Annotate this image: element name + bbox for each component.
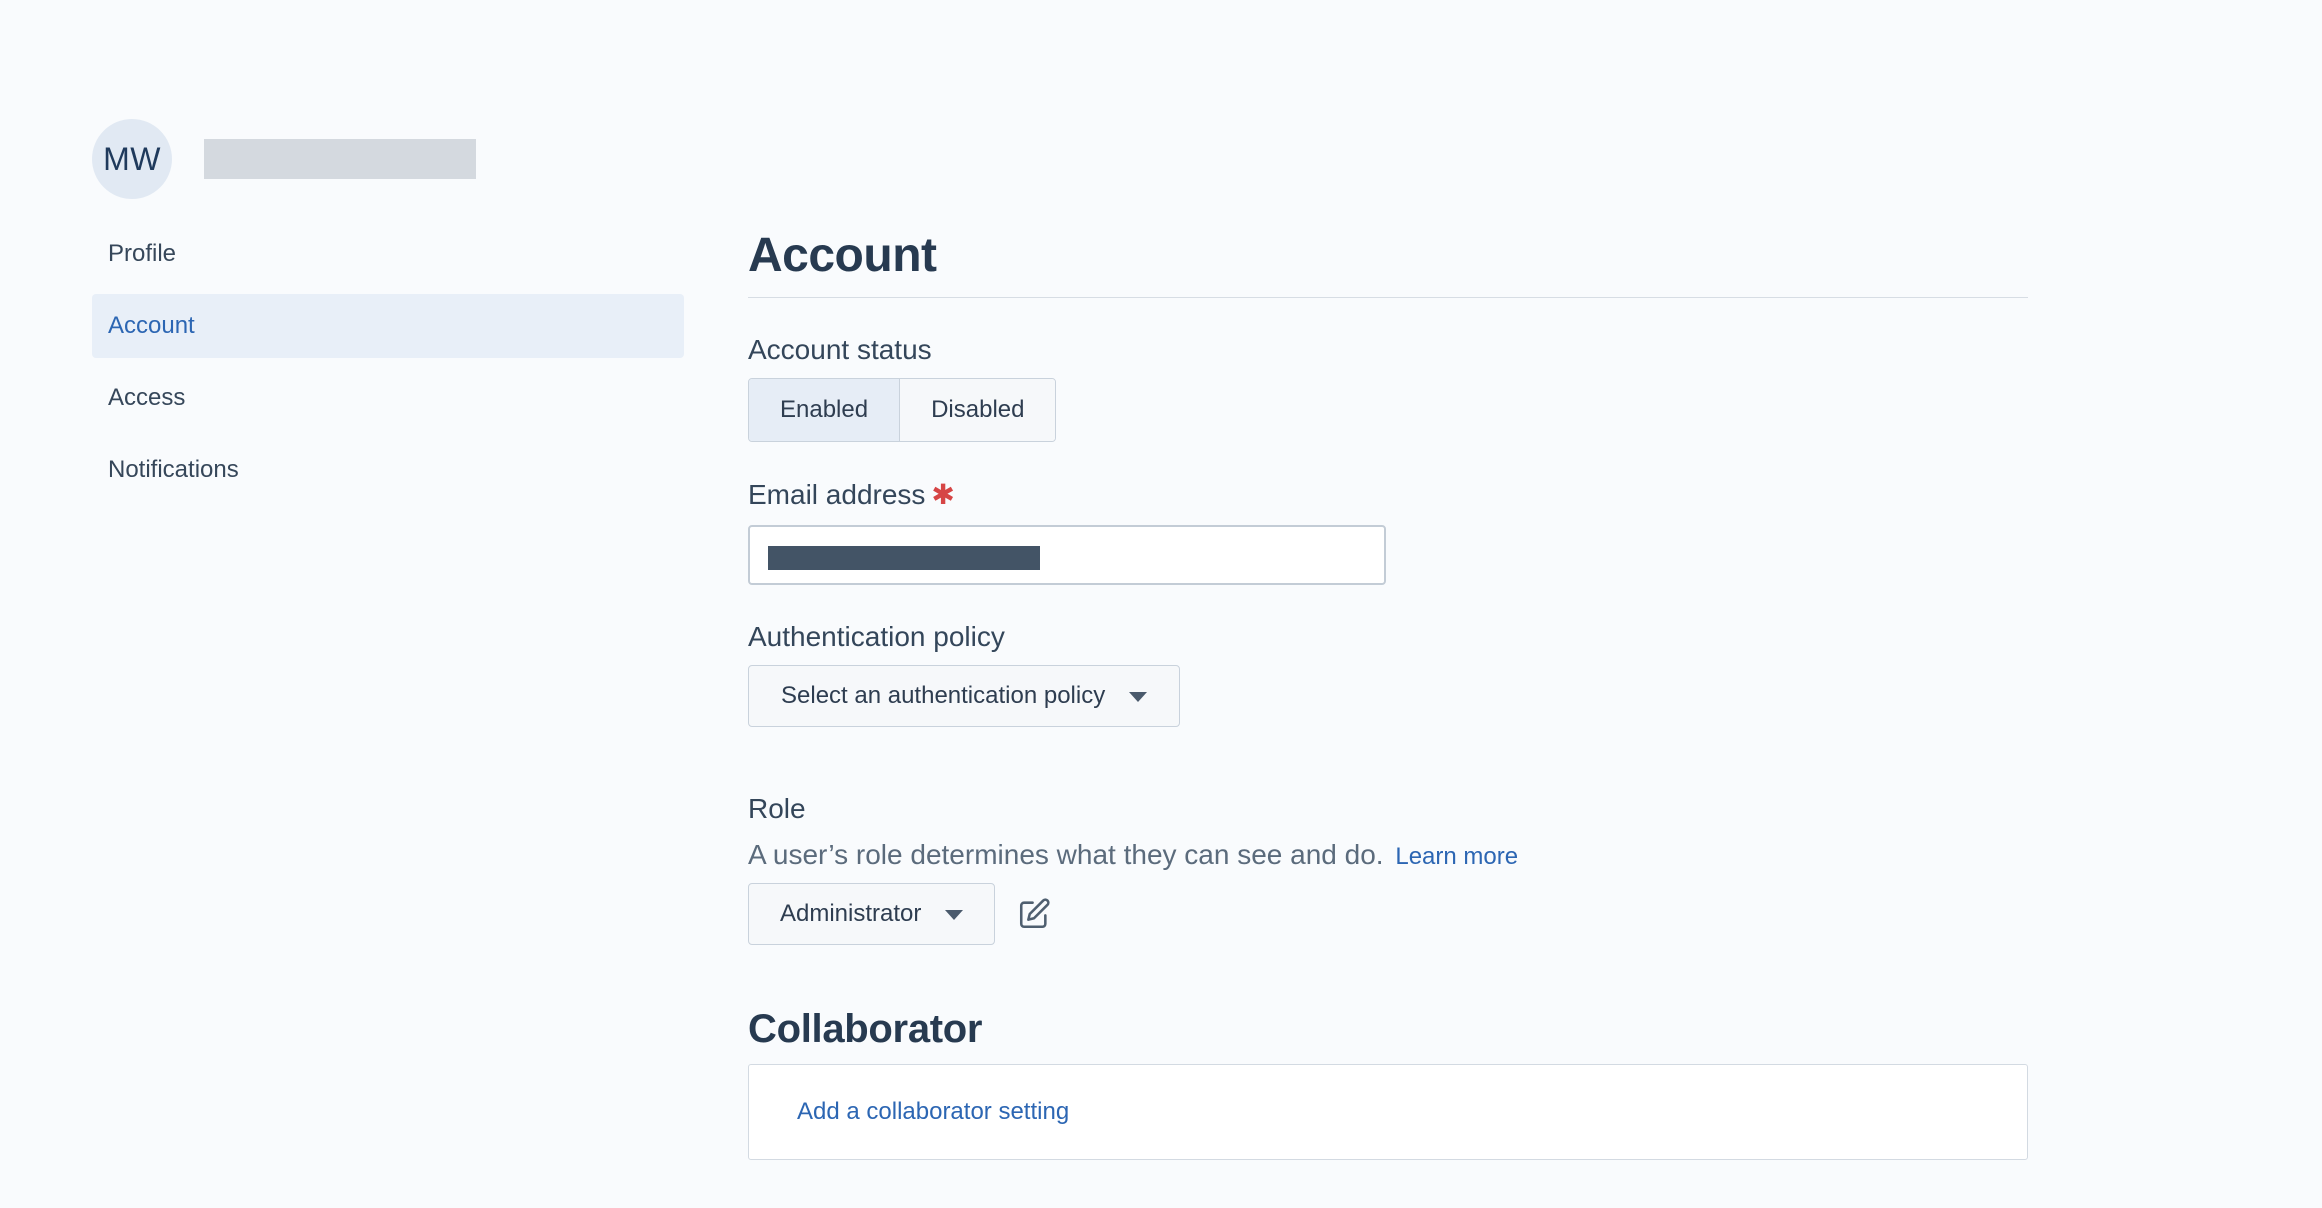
collaborator-section: Collaborator Add a collaborator setting (748, 1007, 2028, 1160)
avatar-initials: MW (103, 140, 161, 177)
account-status-section: Account status Enabled Disabled (748, 334, 2028, 442)
sidebar-item-profile[interactable]: Profile (92, 222, 684, 286)
email-value-redacted (768, 546, 1040, 570)
role-label: Role (748, 793, 806, 824)
sidebar: MW Profile Account Access Notifications (92, 118, 684, 510)
chevron-down-icon (1129, 692, 1148, 702)
main-content: Account Account status Enabled Disabled … (748, 228, 2028, 1160)
role-description: A user’s role determines what they can s… (748, 839, 2028, 871)
role-value: Administrator (780, 900, 922, 927)
sidebar-item-label: Notifications (108, 456, 239, 483)
disabled-button-label: Disabled (931, 396, 1025, 423)
settings-nav: Profile Account Access Notifications (92, 222, 684, 502)
account-status-label: Account status (748, 334, 932, 365)
collaborator-box: Add a collaborator setting (748, 1064, 2028, 1160)
email-label-text: Email address (748, 479, 926, 510)
avatar: MW (92, 119, 172, 199)
user-name-redacted (204, 139, 476, 179)
auth-policy-label: Authentication policy (748, 621, 1005, 652)
email-label: Email address ✱ (748, 478, 2028, 511)
add-collaborator-setting-link[interactable]: Add a collaborator setting (797, 1098, 1069, 1126)
email-field[interactable] (748, 525, 1386, 585)
required-asterisk-icon: ✱ (931, 479, 955, 510)
role-description-text: A user’s role determines what they can s… (748, 839, 1384, 870)
sidebar-item-access[interactable]: Access (92, 366, 684, 430)
role-section: Role A user’s role determines what they … (748, 793, 2028, 945)
auth-policy-placeholder: Select an authentication policy (781, 682, 1106, 709)
collaborator-heading: Collaborator (748, 1007, 983, 1051)
role-row: Administrator (748, 883, 2028, 945)
sidebar-item-account[interactable]: Account (92, 294, 684, 358)
disabled-button[interactable]: Disabled (900, 379, 1056, 441)
learn-more-link[interactable]: Learn more (1395, 843, 1518, 870)
user-header: MW (92, 118, 684, 200)
sidebar-item-label: Profile (108, 240, 177, 267)
auth-policy-select[interactable]: Select an authentication policy (748, 665, 1181, 727)
role-select[interactable]: Administrator (748, 883, 996, 945)
page-title: Account (748, 228, 2028, 298)
chevron-down-icon (945, 910, 964, 920)
enabled-button[interactable]: Enabled (749, 379, 901, 441)
email-section: Email address ✱ (748, 478, 2028, 585)
sidebar-item-label: Access (108, 384, 186, 411)
enabled-button-label: Enabled (780, 396, 869, 423)
sidebar-item-notifications[interactable]: Notifications (92, 438, 684, 502)
account-status-toggle: Enabled Disabled (748, 378, 1057, 442)
auth-policy-section: Authentication policy Select an authenti… (748, 621, 2028, 727)
edit-icon[interactable] (1017, 897, 1051, 931)
sidebar-item-label: Account (108, 312, 195, 339)
